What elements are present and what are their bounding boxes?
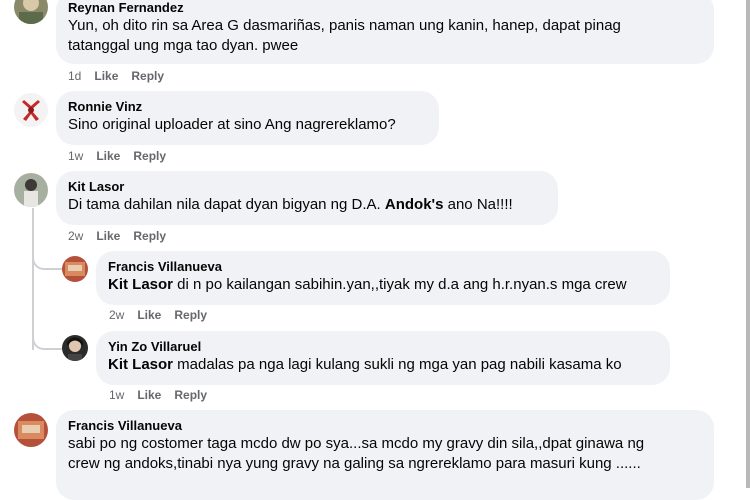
comment-timestamp[interactable]: 1w (109, 388, 124, 402)
comment-bubble: Kit Lasor Di tama dahilan nila dapat dya… (56, 171, 558, 225)
reply-button[interactable]: Reply (133, 149, 166, 163)
comment-bubble: Francis Villanueva Kit Lasor di n po kai… (96, 251, 670, 305)
comment-text-part: ano Na!!!! (443, 196, 513, 213)
reply-button[interactable]: Reply (133, 229, 166, 243)
avatar[interactable] (62, 335, 88, 361)
like-button[interactable]: Like (137, 388, 161, 402)
profile-photo-icon (14, 413, 48, 447)
comment-author[interactable]: Kit Lasor (68, 179, 546, 195)
comment-timestamp[interactable]: 2w (109, 308, 124, 322)
comment-bubble: Ronnie Vinz Sino original uploader at si… (56, 91, 439, 145)
comment-text-part: di n po kailangan sabihin.yan,,tiyak my … (173, 276, 627, 293)
comment-text: crew ng andoks,tinabi nya yung gravy na … (68, 455, 641, 472)
comment-actions: 1w Like Reply (68, 149, 179, 163)
profile-photo-icon (62, 256, 88, 282)
comment-author[interactable]: Francis Villanueva (68, 418, 702, 434)
like-button[interactable]: Like (96, 229, 120, 243)
comment-timestamp[interactable]: 1d (68, 69, 81, 83)
comment-author[interactable]: Ronnie Vinz (68, 99, 427, 115)
comment-timestamp[interactable]: 2w (68, 229, 83, 243)
avatar[interactable] (14, 413, 48, 447)
reply-button[interactable]: Reply (174, 308, 207, 322)
like-button[interactable]: Like (94, 69, 118, 83)
reply-button[interactable]: Reply (131, 69, 164, 83)
comment-actions: 2w Like Reply (68, 229, 179, 243)
comment-text: Sino original uploader at sino Ang nagre… (68, 116, 396, 133)
avatar[interactable] (14, 93, 48, 127)
comment-actions: 1d Like Reply (68, 69, 177, 83)
profile-photo-icon (14, 0, 48, 24)
like-button[interactable]: Like (137, 308, 161, 322)
profile-photo-icon (14, 93, 48, 127)
comment-text: tatanggal ung mga tao dyan. pwee (68, 37, 299, 54)
window-edge (746, 0, 750, 488)
comment-author[interactable]: Yin Zo Villaruel (108, 339, 658, 355)
comment-text: Kit Lasor madalas pa nga lagi kulang suk… (108, 355, 658, 375)
comment-timestamp[interactable]: 1w (68, 149, 83, 163)
thread-connector (32, 228, 62, 270)
reply-button[interactable]: Reply (174, 388, 207, 402)
avatar[interactable] (14, 173, 48, 207)
bold-text: Andok's (384, 196, 444, 213)
avatar[interactable] (62, 256, 88, 282)
comment-bubble: Yin Zo Villaruel Kit Lasor madalas pa ng… (96, 331, 670, 385)
like-button[interactable]: Like (96, 149, 120, 163)
comment-bubble: Reynan Fernandez Yun, oh dito rin sa Are… (56, 0, 714, 64)
comment-text-part: Di tama dahilan nila dapat dyan bigyan n… (68, 196, 385, 213)
comment-author[interactable]: Reynan Fernandez (68, 0, 702, 16)
comment-actions: 1w Like Reply (109, 388, 220, 402)
comment-bubble: Francis Villanueva sabi po ng costomer t… (56, 410, 714, 500)
comment-text: sabi po ng costomer taga mcdo dw po sya.… (68, 435, 645, 452)
thread-connector (32, 318, 62, 350)
comment-text: Di tama dahilan nila dapat dyan bigyan n… (68, 195, 546, 215)
comment-text: Kit Lasor di n po kailangan sabihin.yan,… (108, 275, 658, 295)
profile-photo-icon (14, 173, 48, 207)
comment-text: Yun, oh dito rin sa Area G dasmariñas, p… (68, 17, 621, 34)
mention-link[interactable]: Kit Lasor (108, 276, 173, 293)
comment-author[interactable]: Francis Villanueva (108, 259, 658, 275)
comment-text-part: madalas pa nga lagi kulang sukli ng mga … (173, 356, 622, 373)
comment-actions: 2w Like Reply (109, 308, 220, 322)
avatar[interactable] (14, 0, 48, 24)
mention-link[interactable]: Kit Lasor (108, 356, 173, 373)
profile-photo-icon (62, 335, 88, 361)
